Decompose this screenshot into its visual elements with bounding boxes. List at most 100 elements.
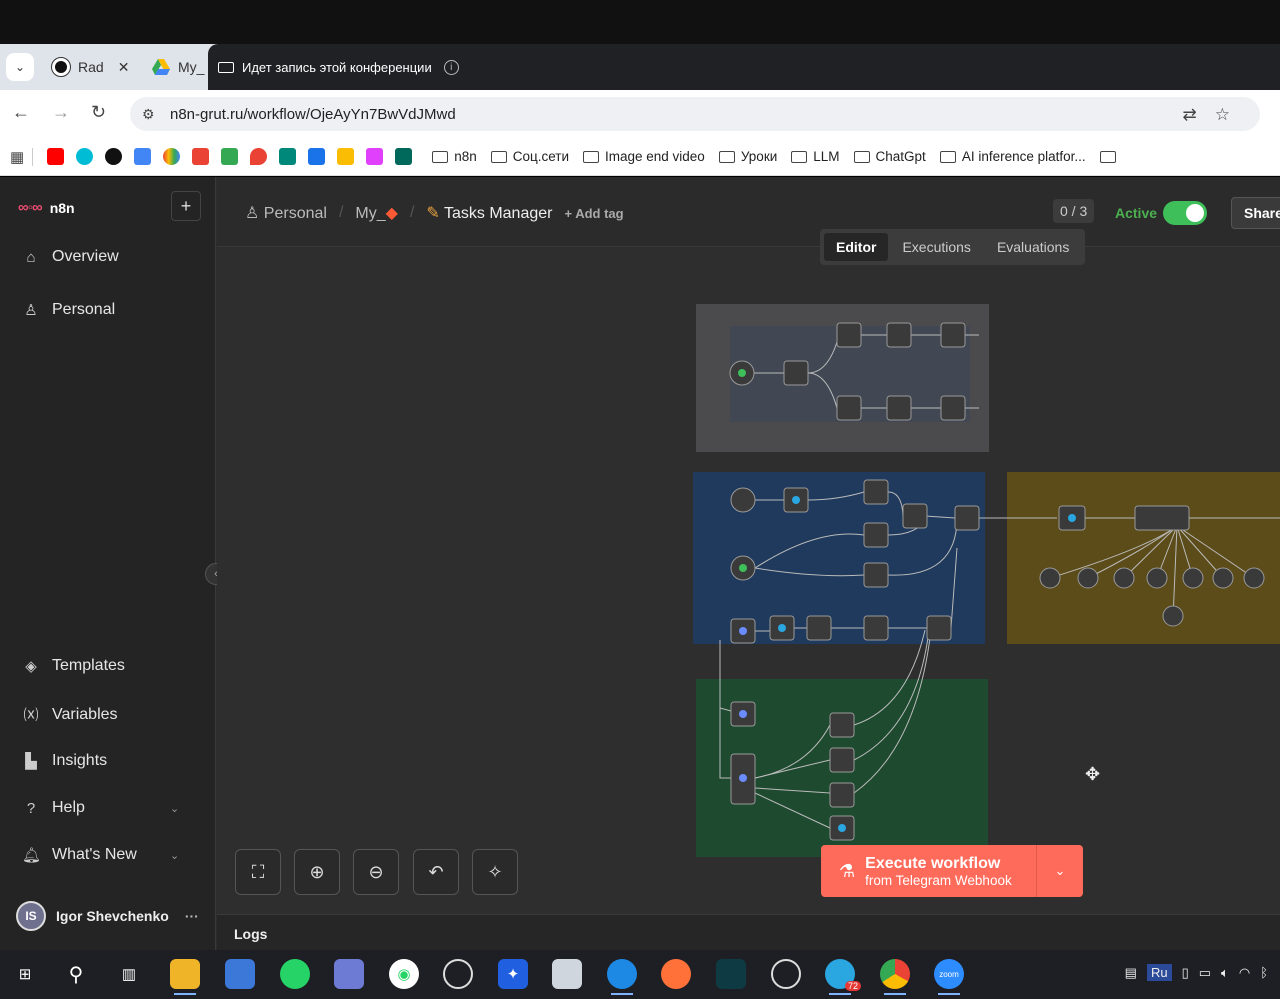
bookmark-folder-llm[interactable]: LLM [791,149,840,164]
notepad-icon[interactable] [552,959,582,989]
drive-icon[interactable] [221,148,239,165]
bookmark-folder-chatgpt[interactable]: ChatGpt [853,149,926,164]
browser-tab-rad[interactable]: Rad ✕ [44,50,137,84]
user-menu[interactable]: IS Igor Shevchenko ··· [16,901,199,931]
chatgpt-icon[interactable] [771,959,801,989]
workflow-title[interactable]: ✎ Tasks Manager [426,203,552,223]
news-icon[interactable]: ▤ [1125,965,1137,981]
language-indicator[interactable]: Ru [1146,964,1172,981]
obs-icon[interactable] [443,959,473,989]
volume-icon[interactable]: 🔈︎ [1221,965,1229,981]
bookmark-folder-lessons[interactable]: Уроки [718,149,777,164]
search-icon[interactable]: ⚲ [61,959,91,989]
fit-view-button[interactable]: ⛶ [235,849,281,895]
forward-icon[interactable]: → [52,102,70,123]
bookmark-folder-social[interactable]: Соц.сети [490,149,569,164]
sidebar-item-templates[interactable]: ◈ Templates [22,657,125,675]
whatsapp-web-icon[interactable]: ◉ [389,959,419,989]
bookmark-folder-more[interactable] [1099,150,1116,163]
v-app-icon[interactable] [395,148,413,165]
add-tag-button[interactable]: + Add tag [564,206,623,221]
battery-icon[interactable]: ▭ [1199,965,1211,981]
cursor-app-icon[interactable] [716,959,746,989]
bluetooth-icon[interactable]: ᛒ [1260,965,1268,980]
firefox-icon[interactable] [661,959,691,989]
undo-button[interactable]: ↶ [413,849,459,895]
bookmark-folder-image-video[interactable]: Image end video [583,149,705,164]
whatsapp-icon[interactable] [280,959,310,989]
create-button[interactable]: + [171,191,201,221]
telegram-icon[interactable]: 72 [825,959,861,995]
workflow-canvas[interactable]: ✥ [217,248,1280,914]
sidebar-item-personal[interactable]: ♙ Personal [22,301,115,319]
logs-panel[interactable]: Logs [217,914,1280,950]
tab-executions[interactable]: Executions [890,233,982,261]
calendar-icon[interactable] [308,148,326,165]
tab-evaluations[interactable]: Evaluations [985,233,1081,261]
info-icon[interactable]: i [443,59,459,75]
user-icon: ♙ [24,302,38,319]
laptop-icon[interactable] [225,959,255,989]
translate-bookmark-icon[interactable] [134,148,152,165]
google-icon[interactable] [163,148,181,165]
folder-icon [1099,150,1116,163]
reload-icon[interactable]: ↻ [91,102,106,123]
gmail-icon[interactable] [192,148,210,165]
crumb-folder[interactable]: My_◆ [355,203,398,223]
meet-icon[interactable] [279,148,297,165]
share-button[interactable]: Share [1231,197,1280,229]
browser-tab-drive[interactable]: My_ [144,50,212,84]
tab-editor[interactable]: Editor [824,233,889,261]
zoom-in-button[interactable]: ⊕ [294,849,340,895]
edge-icon[interactable] [607,959,637,995]
execute-main[interactable]: ⚗ Execute workflow from Telegram Webhook [821,845,1037,897]
help-icon: ? [26,799,36,817]
zoom-out-button[interactable]: ⊖ [353,849,399,895]
avatar: IS [16,901,46,931]
folder-icon [718,150,735,163]
radio-icon[interactable] [105,148,123,165]
sidebar-item-overview[interactable]: ⌂ Overview [22,248,118,266]
chrome-icon[interactable] [880,959,910,995]
translate-icon[interactable]: ⇄ [1183,105,1197,125]
n8n-logo[interactable]: ∞◦∞ n8n [18,199,75,216]
recording-text: Идет запись этой конференции [242,59,432,75]
apps-grid-icon[interactable]: ▦ [10,148,24,166]
chart-icon: ▙ [25,753,37,770]
tidy-up-button[interactable]: ✧ [472,849,518,895]
active-toggle[interactable] [1163,201,1207,225]
sidebar-item-variables[interactable]: ⒳ Variables [22,704,117,725]
google-drive-icon [152,59,170,75]
crumb-project[interactable]: ♙ Personal [245,203,327,223]
radio-favicon-icon [51,57,71,77]
move-cursor-icon: ✥ [1085,764,1101,784]
bookmark-folder-n8n[interactable]: n8n [432,149,477,164]
address-bar[interactable]: ⚙ n8n-grut.ru/workflow/OjeAyYn7BwVdJMwd … [130,97,1260,131]
app-blue-icon[interactable]: ✦ [498,959,528,989]
tab-search-button[interactable]: ⌄ [6,53,34,81]
phone-icon[interactable]: ▯ [1182,965,1189,981]
tab-close-icon[interactable]: ✕ [118,59,130,76]
maps-icon[interactable] [250,148,268,165]
sidebar-item-whats-new[interactable]: 🔔︎ What's New ⌄ [22,846,179,864]
youtube-icon[interactable] [47,148,65,165]
keep-icon[interactable] [337,148,355,165]
execute-workflow-button[interactable]: ⚗ Execute workflow from Telegram Webhook… [821,845,1083,897]
bookmark-star-icon[interactable]: ☆ [1215,105,1230,125]
paint-icon[interactable] [334,959,364,989]
miro-icon[interactable] [366,148,384,165]
windows-start-icon[interactable]: ⊞ [10,959,40,989]
zoom-icon[interactable]: zoom [934,959,964,995]
ok-icon[interactable] [76,148,94,165]
task-view-icon[interactable]: ▥ [114,959,144,989]
chevron-down-icon[interactable]: ⌄ [1037,863,1083,879]
wifi-icon[interactable]: ◠ [1239,965,1250,981]
bookmark-folder-ai-inference[interactable]: AI inference platfor... [939,149,1086,164]
sidebar-item-help[interactable]: ? Help ⌄ [22,799,179,817]
notification-badge: 72 [844,981,861,991]
more-icon[interactable]: ··· [185,908,199,924]
sidebar-item-insights[interactable]: ▙ Insights [22,752,107,770]
file-explorer-icon[interactable] [170,959,200,995]
site-settings-icon[interactable]: ⚙ [142,106,155,123]
back-icon[interactable]: ← [12,102,30,123]
